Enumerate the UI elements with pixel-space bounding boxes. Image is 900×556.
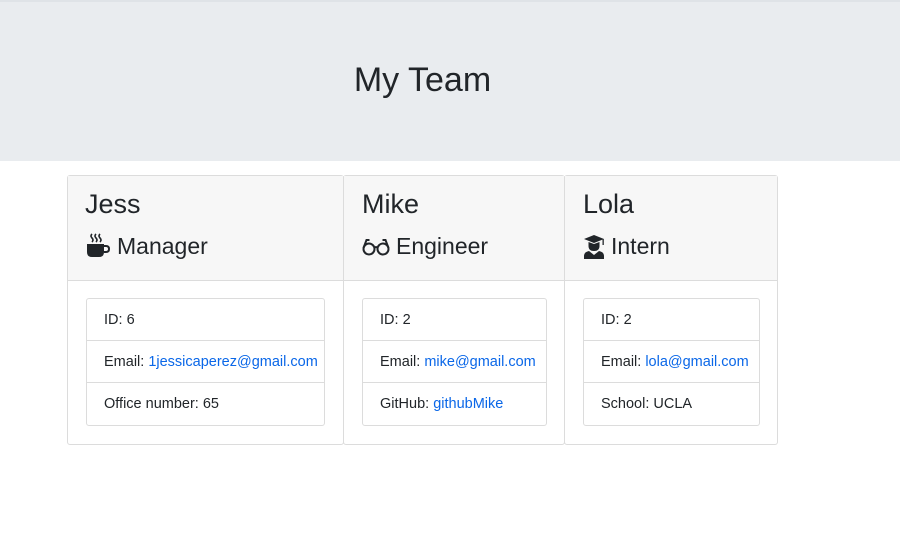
list-item-id: ID: 2: [584, 299, 759, 341]
list-item-email: Email: 1jessicaperez@gmail.com: [87, 341, 324, 383]
employee-details: ID: 6 Email: 1jessicaperez@gmail.com Off…: [86, 298, 325, 426]
email-link[interactable]: mike@gmail.com: [424, 354, 535, 370]
employee-card-manager: Jess Manager ID: 6 Email: 1jessicaperez@…: [67, 175, 344, 445]
coffee-icon: [85, 233, 111, 259]
office-value: 65: [202, 396, 219, 412]
employee-role: Engineer: [362, 230, 488, 262]
github-link[interactable]: githubMike: [433, 396, 503, 412]
id-value: 2: [623, 312, 632, 328]
list-item-id: ID: 6: [87, 299, 324, 341]
id-label: ID:: [601, 312, 624, 328]
employee-name: Jess: [85, 189, 141, 219]
school-value: UCLA: [653, 396, 693, 412]
card-header: Mike Engineer: [344, 176, 564, 281]
list-item-id: ID: 2: [363, 299, 546, 341]
school-label: School:: [601, 396, 654, 412]
list-item-school: School: UCLA: [584, 383, 759, 425]
employee-role: Manager: [85, 230, 208, 262]
employee-name: Lola: [583, 189, 635, 219]
email-label: Email:: [380, 354, 425, 370]
id-label: ID:: [104, 312, 127, 328]
email-link[interactable]: 1jessicaperez@gmail.com: [148, 354, 317, 370]
role-label: Intern: [611, 233, 670, 259]
role-label: Engineer: [396, 233, 489, 259]
list-item-email: Email: mike@gmail.com: [363, 341, 546, 383]
list-item-office: Office number: 65: [87, 383, 324, 425]
id-label: ID:: [380, 312, 403, 328]
github-label: GitHub:: [380, 396, 434, 412]
card-header: Jess Manager: [68, 176, 343, 281]
role-label: Manager: [117, 233, 208, 259]
graduate-icon: [583, 233, 605, 259]
email-label: Email:: [104, 354, 149, 370]
page-title: My Team: [353, 61, 492, 99]
list-item-email: Email: lola@gmail.com: [584, 341, 759, 383]
office-label: Office number:: [104, 396, 203, 412]
glasses-icon: [362, 233, 390, 259]
list-item-github: GitHub: githubMike: [363, 383, 546, 425]
employee-details: ID: 2 Email: lola@gmail.com School: UCLA: [583, 298, 760, 426]
employee-name: Mike: [362, 189, 420, 219]
employee-card-intern: Lola Intern ID: 2 Email: lola@gmail.com …: [564, 175, 778, 445]
card-header: Lola Intern: [565, 176, 777, 281]
id-value: 2: [402, 312, 411, 328]
employee-card-engineer: Mike Engineer ID: 2 Email: mike@gmail.co…: [343, 175, 565, 445]
id-value: 6: [126, 312, 135, 328]
employee-details: ID: 2 Email: mike@gmail.com GitHub: gith…: [362, 298, 547, 426]
email-label: Email:: [601, 354, 646, 370]
email-link[interactable]: lola@gmail.com: [645, 354, 748, 370]
header-banner: My Team: [0, 0, 900, 161]
employee-role: Intern: [583, 230, 670, 262]
